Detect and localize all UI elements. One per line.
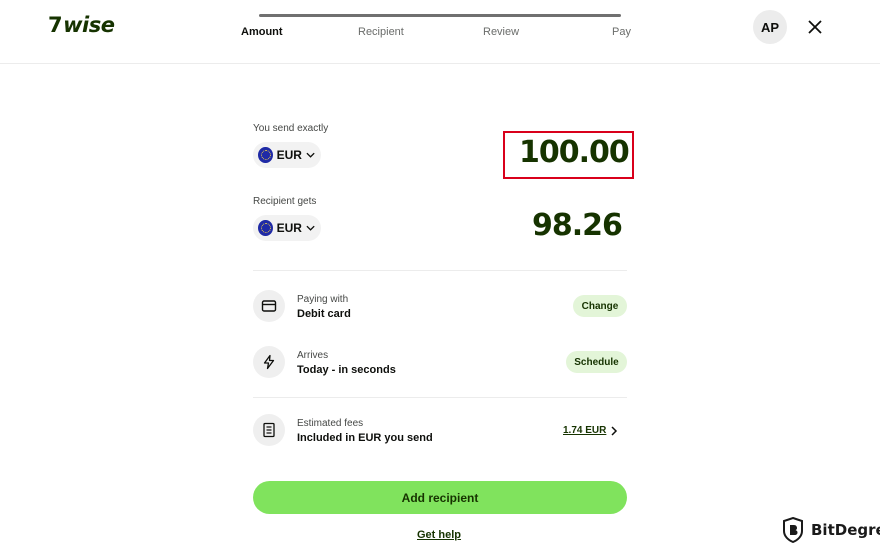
- chevron-down-icon: [306, 225, 315, 231]
- wise-logo[interactable]: 7wise: [48, 13, 115, 37]
- card-icon: [261, 300, 277, 312]
- send-currency-code: EUR: [276, 148, 302, 162]
- receive-label: Recipient gets: [253, 196, 317, 207]
- receive-currency-code: EUR: [276, 221, 302, 235]
- receive-currency-select[interactable]: EUR: [253, 215, 321, 241]
- receipt-icon: [263, 422, 275, 438]
- lightning-icon: [263, 354, 275, 370]
- send-amount: 100.00: [519, 135, 630, 170]
- watermark-text: BitDegree: [808, 521, 880, 539]
- get-help-link[interactable]: Get help: [417, 529, 461, 541]
- wise-logo-mark: 7: [48, 13, 63, 37]
- close-button[interactable]: [805, 17, 825, 37]
- step-recipient: Recipient: [358, 26, 404, 38]
- paying-icon-wrap: [253, 290, 285, 322]
- divider: [253, 397, 627, 398]
- add-recipient-label: Add recipient: [401, 490, 479, 505]
- fees-icon-wrap: [253, 414, 285, 446]
- paying-sub: Paying with: [297, 294, 349, 305]
- paying-method: Debit card: [297, 308, 351, 320]
- step-review: Review: [483, 26, 520, 38]
- arrives-sub: Arrives: [297, 350, 329, 361]
- change-button[interactable]: Change: [573, 295, 627, 317]
- schedule-button[interactable]: Schedule: [566, 351, 627, 373]
- fee-amount-link[interactable]: 1.74 EUR: [563, 425, 606, 436]
- eu-flag-icon: [258, 147, 273, 163]
- fees-description: Included in EUR you send: [297, 432, 433, 444]
- receive-amount[interactable]: 98.26: [532, 208, 623, 243]
- arrives-time: Today - in seconds: [297, 364, 396, 376]
- divider: [253, 270, 627, 271]
- wise-logo-text: wise: [63, 13, 115, 37]
- arrives-icon-wrap: [253, 346, 285, 378]
- avatar[interactable]: AP: [753, 10, 787, 44]
- step-amount: Amount: [241, 26, 283, 38]
- fees-sub: Estimated fees: [297, 418, 364, 429]
- eu-flag-icon: [258, 220, 273, 236]
- step-pay: Pay: [612, 26, 631, 38]
- top-header: 7wise Amount Recipient Review Pay AP: [0, 0, 880, 64]
- close-icon: [808, 20, 822, 34]
- send-label: You send exactly: [253, 123, 329, 134]
- schedule-button-label: Schedule: [574, 356, 619, 368]
- avatar-initials: AP: [760, 19, 780, 35]
- add-recipient-button[interactable]: Add recipient: [253, 481, 627, 514]
- progress-bar: [259, 14, 621, 17]
- chevron-right-icon[interactable]: [609, 425, 619, 437]
- bitdegree-watermark: BitDegree: [782, 517, 880, 543]
- bitdegree-shield-icon: [783, 517, 803, 543]
- change-button-label: Change: [581, 300, 619, 312]
- send-currency-select[interactable]: EUR: [253, 142, 321, 168]
- chevron-down-icon: [306, 152, 315, 158]
